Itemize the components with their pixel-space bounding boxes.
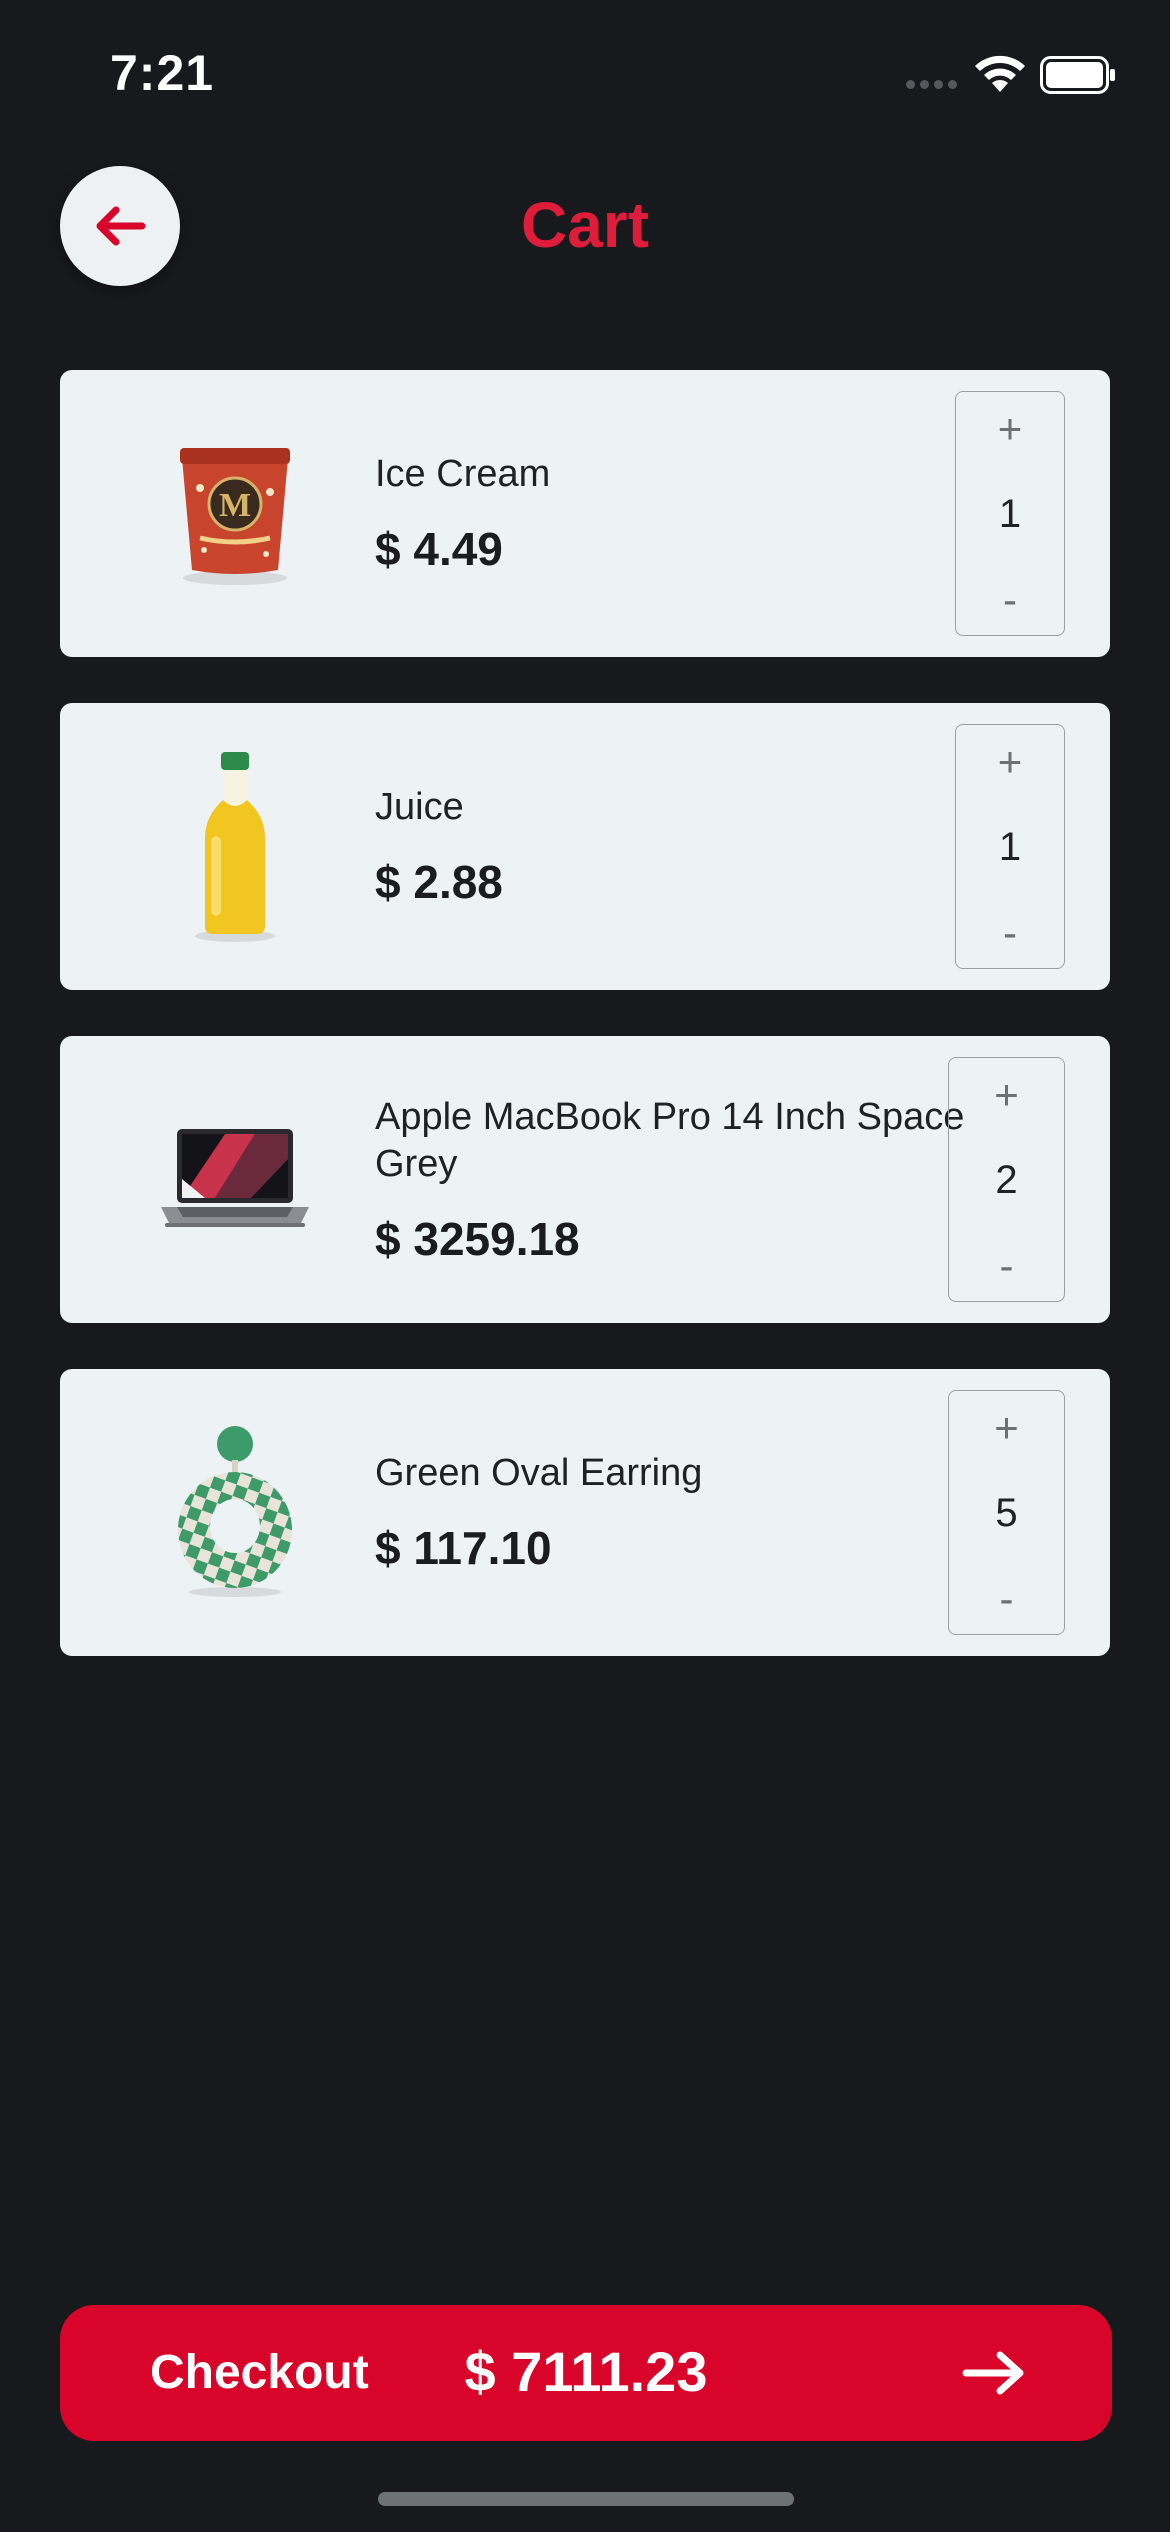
page-title: Cart: [520, 189, 650, 261]
checkout-button[interactable]: Checkout $ 7111.23: [60, 2305, 1112, 2441]
cart-list: M Ice Cream $ 4.49 + 1 - Juice $ 2.88 + …: [60, 370, 1110, 1702]
checkout-total: $ 7111.23: [464, 2340, 708, 2403]
cellular-signal-icon: [906, 80, 957, 89]
laptop-image: [140, 1084, 330, 1274]
status-time: 7:21: [110, 45, 215, 101]
battery-icon: [1040, 56, 1115, 94]
quantity-value: 2: [995, 1158, 1018, 1202]
status-bar: 7:21: [0, 0, 1170, 150]
quantity-stepper: + 1 -: [955, 391, 1065, 636]
item-name: Green Oval Earring: [375, 1452, 703, 1494]
item-price: $ 4.49: [375, 523, 503, 575]
home-indicator[interactable]: [378, 2492, 794, 2506]
item-info: Ice Cream $ 4.49: [375, 370, 975, 657]
cart-item: Green Oval Earring $ 117.10 + 5 -: [60, 1369, 1110, 1656]
item-info: Juice $ 2.88: [375, 703, 975, 990]
juice-bottle-image: [140, 751, 330, 942]
quantity-value: 5: [995, 1491, 1018, 1535]
item-price: $ 117.10: [375, 1522, 552, 1574]
item-info: Apple MacBook Pro 14 Inch Space Grey $ 3…: [375, 1036, 975, 1323]
decrement-button[interactable]: -: [956, 575, 1064, 625]
quantity-stepper: + 1 -: [955, 724, 1065, 969]
item-name: Juice: [375, 786, 464, 828]
quantity-stepper: + 5 -: [948, 1390, 1065, 1635]
decrement-button[interactable]: -: [949, 1574, 1064, 1624]
quantity-stepper: + 2 -: [948, 1057, 1065, 1302]
item-price: $ 3259.18: [375, 1212, 580, 1265]
decrement-button[interactable]: -: [956, 908, 1064, 958]
item-info: Green Oval Earring $ 117.10: [375, 1369, 975, 1656]
increment-button[interactable]: +: [949, 1403, 1064, 1453]
earring-image: [140, 1417, 330, 1607]
quantity-value: 1: [998, 825, 1022, 869]
item-price: $ 2.88: [375, 856, 503, 908]
svg-text:M: M: [219, 487, 251, 524]
increment-button[interactable]: +: [956, 737, 1064, 787]
quantity-value: 1: [998, 492, 1022, 536]
cart-item: Apple MacBook Pro 14 Inch Space Grey $ 3…: [60, 1036, 1110, 1323]
cart-item: Juice $ 2.88 + 1 -: [60, 703, 1110, 990]
decrement-button[interactable]: -: [949, 1241, 1064, 1291]
item-name: Apple MacBook Pro 14 Inch Space Grey: [375, 1095, 965, 1185]
increment-button[interactable]: +: [949, 1070, 1064, 1120]
increment-button[interactable]: +: [956, 404, 1064, 454]
ice-cream-image: M: [140, 418, 330, 608]
cart-item: M Ice Cream $ 4.49 + 1 -: [60, 370, 1110, 657]
item-name: Ice Cream: [375, 453, 551, 495]
wifi-icon: [975, 55, 1025, 92]
arrow-right-icon: [962, 2351, 1024, 2395]
